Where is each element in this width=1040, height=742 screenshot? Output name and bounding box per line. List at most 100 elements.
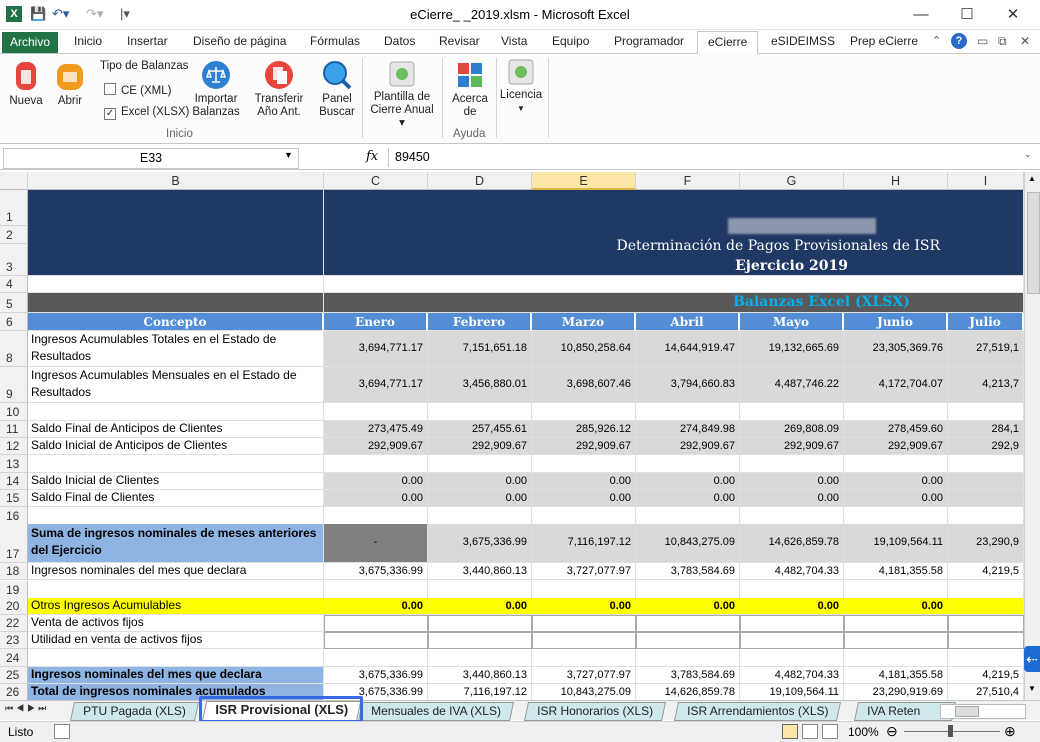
- data-cell[interactable]: 7,116,197.12: [428, 684, 532, 700]
- data-cell[interactable]: [428, 507, 532, 525]
- data-cell[interactable]: [948, 632, 1024, 649]
- data-cell[interactable]: 0.00: [636, 473, 740, 490]
- column-header-d[interactable]: D: [428, 172, 532, 190]
- data-cell[interactable]: 4,213,7: [948, 367, 1024, 403]
- data-cell[interactable]: [948, 615, 1024, 632]
- vertical-scrollbar[interactable]: ▲ ▼: [1024, 172, 1040, 700]
- row-header[interactable]: 4: [0, 276, 28, 293]
- data-cell[interactable]: [844, 581, 948, 599]
- data-cell[interactable]: 23,290,919.69: [844, 684, 948, 700]
- licencia-button[interactable]: Licencia ▼: [498, 58, 544, 115]
- zoom-level[interactable]: 100%: [848, 725, 879, 739]
- data-cell[interactable]: [740, 649, 844, 667]
- data-cell[interactable]: [636, 649, 740, 667]
- data-cell[interactable]: 23,290,9: [948, 524, 1024, 563]
- column-header-g[interactable]: G: [740, 172, 844, 190]
- tab-vista[interactable]: Vista: [501, 34, 527, 48]
- data-cell[interactable]: [324, 403, 428, 421]
- data-cell[interactable]: [636, 455, 740, 473]
- data-cell[interactable]: [636, 632, 740, 649]
- zoom-out-icon[interactable]: ⊖: [886, 723, 898, 740]
- sheet-tab-isr-honorarios[interactable]: ISR Honorarios (XLS): [523, 702, 667, 721]
- data-cell[interactable]: [844, 615, 948, 632]
- data-cell[interactable]: 3,440,860.13: [428, 563, 532, 580]
- row-header[interactable]: 5: [0, 293, 28, 313]
- data-cell[interactable]: [428, 615, 532, 632]
- data-cell[interactable]: 3,783,584.69: [636, 667, 740, 684]
- data-cell[interactable]: [428, 455, 532, 473]
- data-cell[interactable]: 10,843,275.09: [636, 524, 740, 563]
- data-cell[interactable]: [428, 403, 532, 421]
- select-all-corner[interactable]: [0, 172, 28, 190]
- data-cell[interactable]: [948, 649, 1024, 667]
- data-cell[interactable]: [844, 649, 948, 667]
- data-cell[interactable]: [740, 507, 844, 525]
- data-cell[interactable]: 292,909.67: [324, 438, 428, 455]
- data-cell[interactable]: [636, 403, 740, 421]
- data-cell[interactable]: 3,698,607.46: [532, 367, 636, 403]
- row-label[interactable]: Otros Ingresos Acumulables: [28, 598, 324, 615]
- data-cell[interactable]: 0.00: [324, 598, 428, 615]
- data-cell[interactable]: 3,440,860.13: [428, 667, 532, 684]
- data-cell[interactable]: [532, 403, 636, 421]
- data-cell[interactable]: [324, 615, 428, 632]
- horizontal-scrollbar[interactable]: [940, 704, 1026, 719]
- data-cell[interactable]: [532, 615, 636, 632]
- data-cell[interactable]: 0.00: [428, 598, 532, 615]
- data-cell[interactable]: [844, 507, 948, 525]
- data-cell[interactable]: [948, 581, 1024, 599]
- tab-inicio[interactable]: Inicio: [74, 34, 102, 48]
- data-cell[interactable]: 0.00: [532, 490, 636, 507]
- row-header[interactable]: 16: [0, 507, 28, 525]
- data-cell[interactable]: [428, 649, 532, 667]
- data-cell[interactable]: 292,909.67: [844, 438, 948, 455]
- collapse-ribbon-icon[interactable]: ⌃: [932, 34, 941, 47]
- data-cell[interactable]: [844, 632, 948, 649]
- tab-equipo[interactable]: Equipo: [552, 34, 589, 48]
- zoom-slider-thumb[interactable]: [948, 725, 953, 737]
- row-header[interactable]: 12: [0, 438, 28, 455]
- tab-diseno-pagina[interactable]: Diseño de página: [193, 34, 286, 48]
- data-cell[interactable]: 7,151,651.18: [428, 331, 532, 367]
- data-cell[interactable]: 0.00: [740, 490, 844, 507]
- formula-input[interactable]: 89450: [388, 148, 1027, 167]
- minimize-workbook-icon[interactable]: ▭: [977, 34, 988, 48]
- data-cell[interactable]: 0.00: [532, 473, 636, 490]
- data-cell[interactable]: 0.00: [428, 473, 532, 490]
- minimize-button[interactable]: —: [906, 4, 936, 26]
- help-icon[interactable]: ?: [951, 33, 967, 49]
- row-label[interactable]: Suma de ingresos nominales de meses ante…: [28, 524, 324, 563]
- data-cell[interactable]: 4,181,355.58: [844, 563, 948, 580]
- data-cell[interactable]: 3,675,336.99: [324, 667, 428, 684]
- tab-esideimss[interactable]: eSIDEIMSS: [771, 34, 835, 48]
- data-cell[interactable]: 0.00: [740, 473, 844, 490]
- page-break-view-icon[interactable]: [822, 724, 838, 739]
- data-cell[interactable]: 19,109,564.11: [740, 684, 844, 700]
- row-header[interactable]: 14: [0, 473, 28, 490]
- data-cell[interactable]: 0.00: [844, 598, 948, 615]
- cell-b4[interactable]: [28, 276, 324, 293]
- data-cell[interactable]: 4,482,704.33: [740, 667, 844, 684]
- tab-prep-ecierre[interactable]: Prep eCierre: [850, 34, 918, 48]
- data-cell[interactable]: 3,456,880.01: [428, 367, 532, 403]
- data-cell[interactable]: 3,794,660.83: [636, 367, 740, 403]
- row-label[interactable]: Saldo Inicial de Anticipos de Clientes: [28, 438, 324, 455]
- row-header[interactable]: 19: [0, 581, 28, 599]
- data-cell[interactable]: [948, 473, 1024, 490]
- data-cell[interactable]: 269,808.09: [740, 421, 844, 438]
- tab-datos[interactable]: Datos: [384, 34, 415, 48]
- data-cell[interactable]: 273,475.49: [324, 421, 428, 438]
- sheet-tab-mensuales-iva[interactable]: Mensuales de IVA (XLS): [357, 702, 514, 721]
- data-cell[interactable]: 292,909.67: [532, 438, 636, 455]
- data-cell[interactable]: 0.00: [428, 490, 532, 507]
- data-cell[interactable]: [948, 403, 1024, 421]
- row-header[interactable]: 22: [0, 615, 28, 632]
- cell-b5[interactable]: [28, 293, 324, 313]
- data-cell[interactable]: 0.00: [532, 598, 636, 615]
- row-label[interactable]: [28, 649, 324, 667]
- row-label[interactable]: Ingresos Acumulables Totales en el Estad…: [28, 331, 324, 367]
- data-cell[interactable]: 257,455.61: [428, 421, 532, 438]
- data-cell[interactable]: [428, 581, 532, 599]
- data-cell[interactable]: [740, 632, 844, 649]
- data-cell[interactable]: 3,727,077.97: [532, 563, 636, 580]
